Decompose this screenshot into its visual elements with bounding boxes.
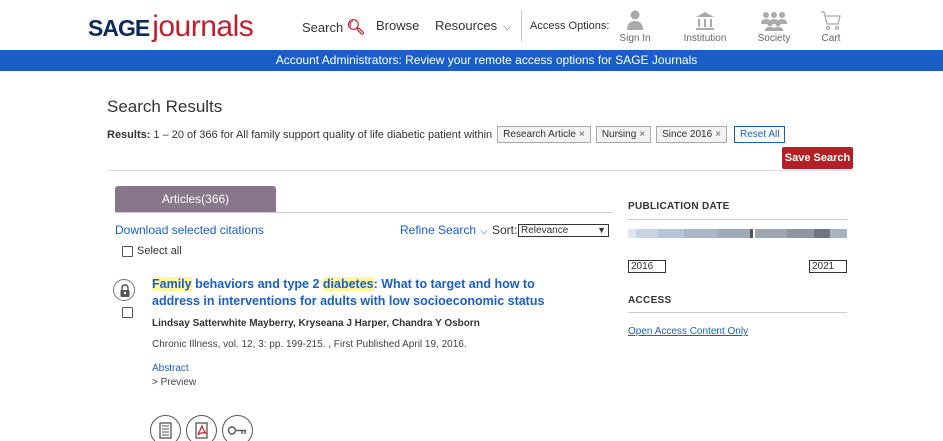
chevron-down-icon: ▼ bbox=[597, 225, 606, 235]
divider bbox=[115, 212, 612, 213]
reset-all-button[interactable]: Reset All bbox=[734, 126, 786, 143]
article-citation: Chronic Illness, vol. 12, 3: pp. 199-215… bbox=[152, 339, 467, 350]
nav-search[interactable]: Search 🔍︎ bbox=[302, 18, 365, 36]
download-citations-link[interactable]: Download selected citations bbox=[115, 223, 264, 237]
filter-chip-since-2016[interactable]: Since 2016 × bbox=[656, 126, 728, 143]
institution-label: Institution bbox=[683, 33, 727, 44]
chevron-down-icon: ⌵ bbox=[480, 226, 488, 237]
filter-chip-label: Nursing bbox=[601, 129, 637, 140]
article-title-link[interactable]: Family behaviors and type 2 diabetes: Wh… bbox=[152, 276, 572, 310]
sign-in-label: Sign In bbox=[619, 33, 651, 44]
abstract-link[interactable]: Abstract bbox=[152, 363, 189, 374]
cart-icon bbox=[821, 11, 841, 31]
nav-resources[interactable]: Resources ⌵ bbox=[435, 18, 511, 34]
filter-chip-label: Since 2016 bbox=[662, 129, 713, 140]
society-label: Society bbox=[757, 33, 791, 44]
site-header: SAGE journals Search 🔍︎ Browse Resources ⌵ … bbox=[0, 0, 943, 50]
institution-icon bbox=[696, 12, 714, 30]
close-icon[interactable]: × bbox=[715, 129, 721, 140]
chevron-down-icon: ⌵ bbox=[503, 21, 512, 33]
sort-value: Relevance bbox=[521, 225, 569, 236]
filter-chip-nursing[interactable]: Nursing × bbox=[595, 126, 652, 143]
cart-label: Cart bbox=[821, 33, 841, 44]
logo-journals: journals bbox=[152, 10, 254, 43]
save-search-button[interactable]: Save Search bbox=[782, 147, 853, 169]
close-icon[interactable]: × bbox=[639, 129, 645, 140]
pdf-icon bbox=[195, 422, 208, 439]
logo-sage: SAGE bbox=[88, 15, 150, 41]
select-all-checkbox[interactable] bbox=[122, 246, 133, 257]
tab-articles[interactable]: Articles(366) bbox=[115, 186, 276, 213]
divider bbox=[628, 312, 847, 313]
filter-chip-label: Research Article bbox=[503, 129, 576, 140]
year-to-input[interactable]: 2021 bbox=[809, 260, 847, 273]
person-icon bbox=[627, 10, 643, 30]
filter-chip-research-article[interactable]: Research Article × bbox=[497, 126, 591, 143]
preview-toggle[interactable]: > Preview bbox=[152, 377, 196, 388]
close-icon[interactable]: × bbox=[579, 129, 585, 140]
select-all-label: Select all bbox=[137, 245, 182, 257]
search-term-highlight: Family bbox=[152, 277, 192, 291]
full-text-button[interactable] bbox=[150, 415, 181, 441]
publication-date-heading: PUBLICATION DATE bbox=[628, 201, 730, 212]
cart-button[interactable]: Cart bbox=[806, 10, 856, 44]
results-label: Results: bbox=[107, 128, 151, 141]
access-status bbox=[113, 279, 135, 301]
article-checkbox[interactable] bbox=[122, 307, 133, 318]
search-term-highlight: diabetes bbox=[322, 277, 374, 291]
lock-icon bbox=[120, 284, 130, 297]
access-options-button[interactable] bbox=[222, 415, 253, 441]
results-text: 1 – 20 of 366 for All family support qua… bbox=[153, 128, 493, 141]
results-summary: Results: 1 – 20 of 366 for All family su… bbox=[107, 126, 786, 143]
pdf-button[interactable] bbox=[186, 415, 217, 441]
announcement-banner[interactable]: Account Administrators: Review your remo… bbox=[0, 50, 943, 71]
document-icon bbox=[159, 422, 172, 439]
access-options-label: Access Options: bbox=[530, 20, 610, 32]
sort-select[interactable]: Relevance ▼ bbox=[518, 224, 609, 237]
search-icon: 🔍︎ bbox=[346, 19, 366, 36]
divider bbox=[628, 219, 847, 220]
society-icon bbox=[761, 12, 787, 31]
open-access-filter-link[interactable]: Open Access Content Only bbox=[628, 326, 748, 337]
page-title: Search Results bbox=[107, 97, 223, 116]
nav-resources-label: Resources bbox=[435, 18, 498, 33]
divider bbox=[107, 170, 853, 171]
date-histogram-slider[interactable] bbox=[628, 229, 847, 238]
society-button[interactable]: Society bbox=[749, 10, 799, 44]
institution-button[interactable]: Institution bbox=[680, 10, 730, 44]
nav-browse[interactable]: Browse bbox=[376, 18, 419, 33]
article-title-text: behaviors and type 2 bbox=[191, 277, 323, 291]
refine-search-label: Refine Search bbox=[400, 223, 477, 237]
sort-label: Sort: bbox=[492, 223, 518, 237]
sage-journals-logo[interactable]: SAGE journals bbox=[88, 10, 254, 44]
header-divider bbox=[521, 10, 522, 42]
refine-search-toggle[interactable]: Refine Search ⌵ bbox=[400, 223, 488, 237]
nav-search-label: Search bbox=[302, 20, 344, 35]
article-authors: Lindsay Satterwhite Mayberry, Kryseana J… bbox=[152, 318, 480, 329]
key-icon bbox=[227, 426, 246, 435]
year-from-input[interactable]: 2016 bbox=[628, 260, 666, 273]
banner-text: Account Administrators: Review your remo… bbox=[275, 53, 698, 67]
access-heading: ACCESS bbox=[628, 295, 672, 306]
sign-in-button[interactable]: Sign In bbox=[610, 10, 660, 44]
